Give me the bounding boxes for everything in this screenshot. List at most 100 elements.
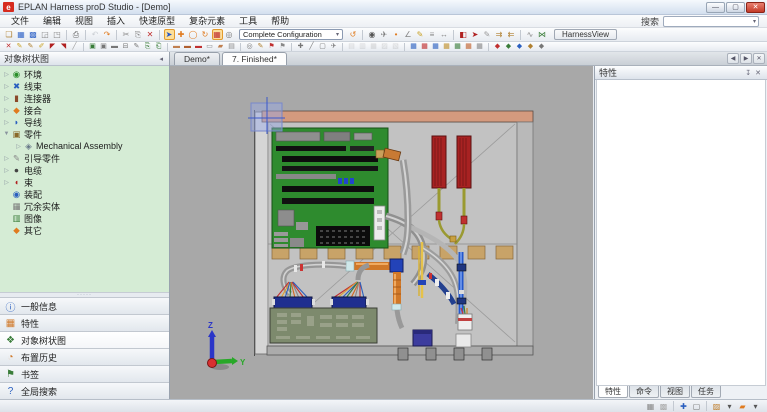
tab-scroll-right-icon[interactable]: ▶ xyxy=(740,53,752,64)
draw-rect-icon[interactable]: ▢ xyxy=(318,42,328,51)
undo-icon[interactable]: ↶ xyxy=(90,29,101,40)
pin-icon[interactable]: ↧ xyxy=(743,69,753,77)
tree-item[interactable]: ▷✎引导零件 xyxy=(0,152,169,164)
panel-button-object-tree[interactable]: ❖对象树状图 xyxy=(0,331,169,348)
harness-view-button[interactable]: HarnessView xyxy=(554,29,617,40)
motherboard[interactable] xyxy=(272,128,388,248)
panel-collapse-icon[interactable]: ◂ xyxy=(157,55,165,63)
print-icon[interactable]: ⎙ xyxy=(71,29,82,40)
braid-icon[interactable]: ▤ xyxy=(227,42,237,51)
dimension-icon[interactable]: ≡ xyxy=(427,29,438,40)
view-iso-icon[interactable]: ▦ xyxy=(475,42,485,51)
tree-item[interactable]: ▷◗导线 xyxy=(0,116,169,128)
tree-item[interactable]: ▷◈Mechanical Assembly xyxy=(0,140,169,152)
search-input[interactable]: ▾ xyxy=(663,16,759,27)
view-front-icon[interactable]: ▦ xyxy=(409,42,419,51)
tree-item[interactable]: ◉装配 xyxy=(0,188,169,200)
save-all-icon[interactable]: ▩ xyxy=(28,29,39,40)
paste-icon[interactable]: ⎘ xyxy=(133,29,144,40)
rotate-icon[interactable]: ↻ xyxy=(200,29,211,40)
measure-icon[interactable]: ∠ xyxy=(403,29,414,40)
tab-finished[interactable]: 7. Finished* xyxy=(222,52,287,65)
report-icon[interactable]: ◧ xyxy=(458,29,469,40)
shaded-mode-icon[interactable]: ▩ xyxy=(658,401,670,412)
config-2-icon[interactable]: ◆ xyxy=(504,42,514,51)
edit-tube-icon[interactable]: ✎ xyxy=(132,42,142,51)
expander-icon[interactable]: ▷ xyxy=(2,95,11,102)
display-mode-caret-icon[interactable]: ▾ xyxy=(750,401,762,412)
render-style-caret-icon[interactable]: ▾ xyxy=(724,401,736,412)
spacing-icon[interactable]: ↔ xyxy=(439,29,450,40)
edit-path-icon[interactable]: ✎ xyxy=(26,42,36,51)
panel-button-global-search[interactable]: ?全局搜索 xyxy=(0,382,169,399)
display-mode-icon[interactable]: ▰ xyxy=(737,401,749,412)
tape-icon[interactable]: ▭ xyxy=(205,42,215,51)
share-nodes-icon[interactable]: ⋈ xyxy=(537,29,548,40)
tree-item[interactable]: ◆其它 xyxy=(0,224,169,236)
menu-help[interactable]: 帮助 xyxy=(264,15,296,27)
flag-icon[interactable]: ⚑ xyxy=(267,42,277,51)
zoom-fit-icon[interactable]: ✚ xyxy=(678,401,690,412)
tab-commands[interactable]: 命令 xyxy=(629,386,659,398)
expander-icon[interactable]: ▷ xyxy=(2,83,11,90)
tree-item[interactable]: ▥图像 xyxy=(0,212,169,224)
paste-format-icon[interactable]: ⎗ xyxy=(154,42,164,51)
selection-box[interactable] xyxy=(248,97,285,134)
menu-complex-elements[interactable]: 复杂元素 xyxy=(182,15,232,27)
edit-spline-icon[interactable]: ✎ xyxy=(15,42,25,51)
view-top-icon[interactable]: ▦ xyxy=(453,42,463,51)
new-bundle-icon[interactable]: ▣ xyxy=(88,42,98,51)
camera-icon[interactable]: ◎ xyxy=(224,29,235,40)
point-snap-icon[interactable]: • xyxy=(391,29,402,40)
tab-views[interactable]: 视图 xyxy=(660,386,690,398)
restore-button[interactable]: ▢ xyxy=(726,2,745,13)
menu-file[interactable]: 文件 xyxy=(4,15,36,27)
viewport-3d-scene[interactable]: Z Y xyxy=(170,66,593,399)
tree-item[interactable]: ▷◆接合 xyxy=(0,104,169,116)
config-1-icon[interactable]: ◆ xyxy=(493,42,503,51)
expander-icon[interactable]: ▼ xyxy=(2,131,11,137)
link-icon[interactable]: ∿ xyxy=(525,29,536,40)
panel-button-bookmarks[interactable]: ⚑书签 xyxy=(0,365,169,382)
view-right-icon[interactable]: ▦ xyxy=(442,42,452,51)
view-bottom-icon[interactable]: ▦ xyxy=(464,42,474,51)
flythrough-icon[interactable]: ✈ xyxy=(379,29,390,40)
tube-icon[interactable]: ▬ xyxy=(110,42,120,51)
chevron-down-icon[interactable]: ▾ xyxy=(753,18,756,25)
menu-edit[interactable]: 编辑 xyxy=(36,15,68,27)
panel-button-general-info[interactable]: ⓘ一般信息 xyxy=(0,297,169,314)
tree-item[interactable]: ▷●电缆 xyxy=(0,164,169,176)
config-3-icon[interactable]: ◆ xyxy=(515,42,525,51)
library-3-icon[interactable]: ▦ xyxy=(369,42,379,51)
tab-scroll-left-icon[interactable]: ◀ xyxy=(727,53,739,64)
viewport-3d[interactable]: Z Y xyxy=(170,66,593,399)
delete-point-icon[interactable]: ✕ xyxy=(4,42,14,51)
assign-to-icon[interactable]: ⇉ xyxy=(494,29,505,40)
assign-from-icon[interactable]: ⇇ xyxy=(506,29,517,40)
expander-icon[interactable]: ▷ xyxy=(14,143,23,150)
corner-out-icon[interactable]: ◥ xyxy=(59,42,69,51)
cut-icon[interactable]: ✂ xyxy=(121,29,132,40)
pen-icon[interactable]: ✐ xyxy=(37,42,47,51)
copy-format-icon[interactable]: ⎘ xyxy=(143,42,153,51)
orbit-icon[interactable]: ◯ xyxy=(188,29,199,40)
import-icon[interactable]: ◲ xyxy=(40,29,51,40)
library-4-icon[interactable]: ▨ xyxy=(380,42,390,51)
menu-rapid-prototype[interactable]: 快速原型 xyxy=(132,15,182,27)
view-left-icon[interactable]: ▦ xyxy=(431,42,441,51)
tree-item[interactable]: ▦冗余实体 xyxy=(0,200,169,212)
zoom-window-icon[interactable]: ▢ xyxy=(691,401,703,412)
close-icon[interactable]: ✕ xyxy=(753,69,763,77)
remove-tube-icon[interactable]: ⊟ xyxy=(121,42,131,51)
render-style-icon[interactable]: ▨ xyxy=(711,401,723,412)
edit-pencil-icon[interactable]: ✎ xyxy=(415,29,426,40)
library-5-icon[interactable]: ▧ xyxy=(391,42,401,51)
expander-icon[interactable]: ▷ xyxy=(2,167,11,174)
delete-icon[interactable]: ✕ xyxy=(145,29,156,40)
menu-insert[interactable]: 插入 xyxy=(100,15,132,27)
tab-demo[interactable]: Demo* xyxy=(174,52,220,65)
panel-button-properties[interactable]: ▦特性 xyxy=(0,314,169,331)
wireframe-mode-icon[interactable]: ▦ xyxy=(645,401,657,412)
expander-icon[interactable]: ▷ xyxy=(2,71,11,78)
segment-icon[interactable]: ╱ xyxy=(70,42,80,51)
